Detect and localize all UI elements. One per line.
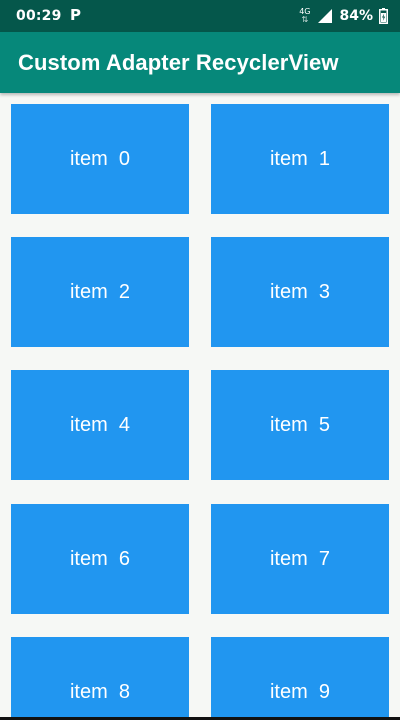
network-type-icon: 4G ⇅: [299, 8, 310, 24]
status-time: 00:29: [16, 8, 62, 24]
grid-item-5[interactable]: item 5: [211, 370, 389, 480]
grid-item-1[interactable]: item 1: [211, 104, 389, 214]
grid-item-2[interactable]: item 2: [11, 237, 189, 347]
app-title: Custom Adapter RecyclerView: [18, 50, 339, 75]
battery-percent: 84%: [339, 8, 373, 24]
recycler-grid[interactable]: item 0 item 1 item 2 item 3 item 4 item …: [0, 93, 400, 717]
grid-item-6[interactable]: item 6: [11, 504, 189, 614]
parking-notification-icon: P: [70, 6, 81, 24]
status-indicators: 4G ⇅ 84%: [299, 4, 388, 28]
data-arrows-icon: ⇅: [301, 15, 309, 24]
signal-icon: [316, 8, 333, 24]
grid-item-0[interactable]: item 0: [11, 104, 189, 214]
grid-item-3[interactable]: item 3: [211, 237, 389, 347]
status-bar: 00:29 P 4G ⇅ 84%: [0, 0, 400, 32]
grid-item-7[interactable]: item 7: [211, 504, 389, 614]
phone-screen: 00:29 P 4G ⇅ 84% Custom Adapter Recycler…: [0, 0, 400, 720]
app-bar: Custom Adapter RecyclerView: [0, 32, 400, 93]
grid-item-4[interactable]: item 4: [11, 370, 189, 480]
battery-icon: [379, 8, 388, 24]
grid-item-8[interactable]: item 8: [11, 637, 189, 717]
grid-item-9[interactable]: item 9: [211, 637, 389, 717]
